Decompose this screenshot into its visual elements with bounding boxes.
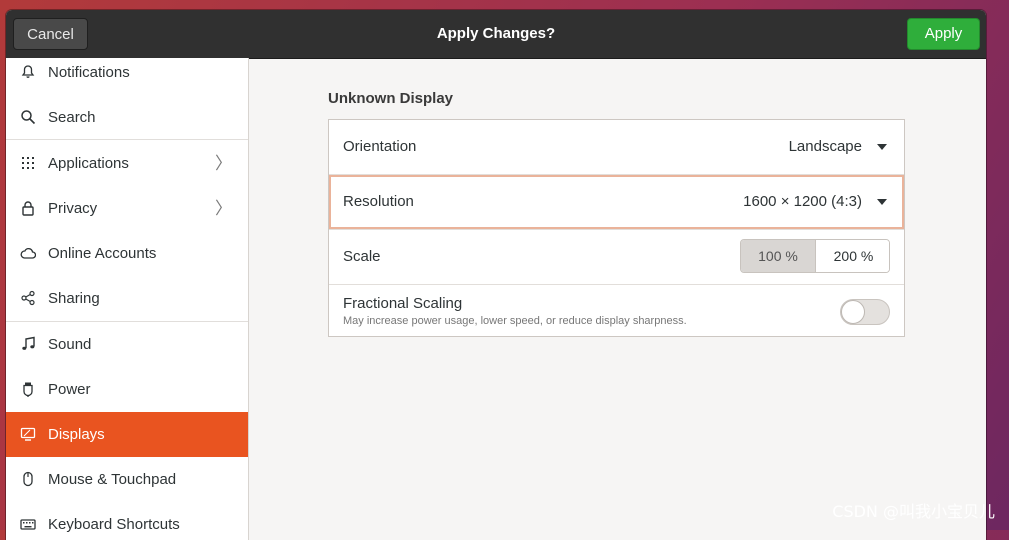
sidebar-item-keyboard-shortcuts[interactable]: Keyboard Shortcuts bbox=[6, 502, 248, 540]
sidebar-item-sound[interactable]: Sound bbox=[6, 322, 248, 367]
sidebar-item-label: Displays bbox=[48, 426, 105, 443]
dropdown-arrow-icon bbox=[877, 144, 887, 150]
sidebar-item-label: Applications bbox=[48, 155, 129, 172]
app-grid-icon bbox=[22, 157, 34, 169]
orientation-value: Landscape bbox=[788, 138, 862, 155]
sidebar-item-label: Sound bbox=[48, 336, 92, 353]
fractional-scaling-switch[interactable] bbox=[840, 299, 890, 325]
sidebar-item-notifications[interactable]: Notifications bbox=[6, 50, 248, 95]
search-icon bbox=[21, 110, 36, 125]
fractional-scaling-row: Fractional Scaling May increase power us… bbox=[329, 285, 904, 339]
display-icon bbox=[20, 427, 36, 441]
watermark-text: CSDN @叫我小宝贝儿 bbox=[832, 502, 995, 521]
sidebar-item-label: Privacy bbox=[48, 200, 98, 217]
orientation-row[interactable]: Orientation Landscape bbox=[329, 120, 904, 174]
sidebar-item-power[interactable]: Power bbox=[6, 367, 248, 412]
sidebar: Notifications Search Applications 〉 Priv… bbox=[6, 58, 249, 540]
fractional-scaling-description: May increase power usage, lower speed, o… bbox=[343, 315, 687, 327]
dropdown-arrow-icon bbox=[877, 199, 887, 205]
sidebar-item-sharing[interactable]: Sharing bbox=[6, 276, 248, 321]
lock-icon bbox=[22, 201, 34, 216]
switch-knob bbox=[841, 300, 865, 324]
mouse-icon bbox=[23, 471, 33, 487]
scale-option-200[interactable]: 200 % bbox=[816, 240, 889, 272]
orientation-label: Orientation bbox=[343, 138, 417, 155]
scale-option-100[interactable]: 100 % bbox=[741, 240, 816, 272]
sidebar-item-label: Search bbox=[48, 109, 96, 126]
fractional-scaling-label: Fractional Scaling bbox=[343, 295, 463, 312]
resolution-label: Resolution bbox=[343, 193, 414, 210]
chevron-right-icon: 〉 bbox=[215, 154, 232, 173]
sidebar-item-label: Keyboard Shortcuts bbox=[48, 516, 180, 533]
scale-row: Scale 100 % 200 % bbox=[329, 230, 904, 284]
chevron-right-icon: 〉 bbox=[215, 199, 232, 218]
share-icon bbox=[21, 290, 35, 306]
sidebar-item-mouse-touchpad[interactable]: Mouse & Touchpad bbox=[6, 457, 248, 502]
sidebar-item-privacy[interactable]: Privacy 〉 bbox=[6, 186, 248, 231]
settings-window: Cancel Apply Changes? Apply Notification… bbox=[6, 10, 986, 540]
power-icon bbox=[23, 382, 33, 397]
sidebar-item-online-accounts[interactable]: Online Accounts bbox=[6, 231, 248, 276]
display-settings-list: Orientation Landscape Resolution 1600 × … bbox=[328, 119, 905, 337]
cloud-icon bbox=[20, 247, 36, 259]
scale-selector: 100 % 200 % bbox=[740, 239, 890, 273]
displays-panel: Unknown Display Orientation Landscape Re… bbox=[249, 58, 986, 540]
sidebar-item-search[interactable]: Search bbox=[6, 95, 248, 140]
sidebar-item-label: Power bbox=[48, 381, 91, 398]
display-name-heading: Unknown Display bbox=[328, 90, 454, 107]
resolution-value: 1600 × 1200 (4:3) bbox=[743, 193, 862, 210]
sidebar-item-label: Sharing bbox=[48, 290, 100, 307]
music-note-icon bbox=[22, 336, 35, 350]
sidebar-divider bbox=[6, 139, 248, 140]
sidebar-item-label: Online Accounts bbox=[48, 245, 157, 262]
apply-button[interactable]: Apply bbox=[907, 18, 980, 50]
sidebar-item-displays[interactable]: Displays bbox=[6, 412, 248, 457]
sidebar-item-applications[interactable]: Applications 〉 bbox=[6, 141, 248, 186]
sidebar-item-label: Mouse & Touchpad bbox=[48, 471, 177, 488]
sidebar-item-label: Notifications bbox=[48, 64, 130, 81]
bell-icon bbox=[21, 65, 35, 78]
scale-label: Scale bbox=[343, 248, 381, 265]
resolution-row[interactable]: Resolution 1600 × 1200 (4:3) bbox=[329, 175, 904, 229]
